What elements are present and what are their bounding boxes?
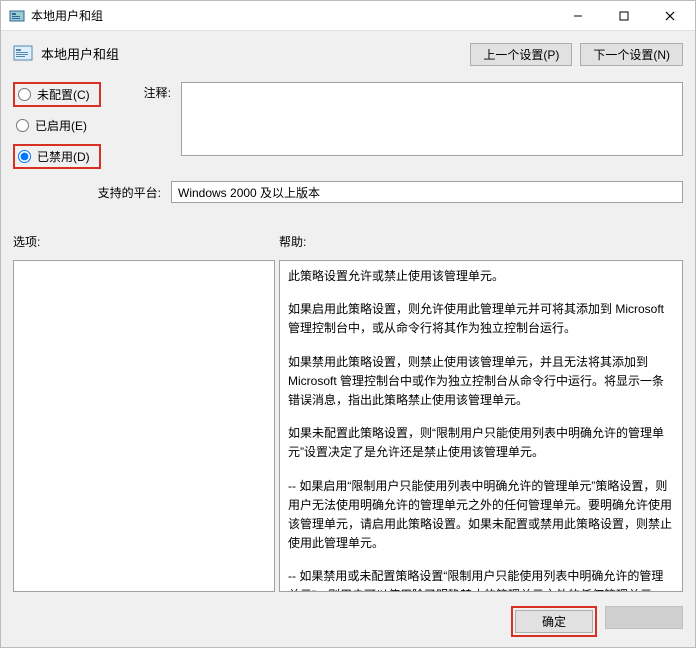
titlebar: 本地用户和组 [1,1,695,31]
supported-platform-label: 支持的平台: [13,184,161,201]
help-paragraph: 此策略设置允许或禁止使用该管理单元。 [288,267,674,286]
help-paragraph: 如果未配置此策略设置，则“限制用户只能使用列表中明确允许的管理单元”设置决定了是… [288,424,674,462]
help-paragraph: 如果禁用此策略设置，则禁止使用该管理单元，并且无法将其添加到 Microsoft… [288,353,674,411]
options-label: 选项: [13,233,279,250]
policy-icon [13,43,33,63]
radio-not-configured-input[interactable] [18,88,31,101]
help-paragraph: -- 如果启用“限制用户只能使用列表中明确允许的管理单元”策略设置，则用户无法使… [288,477,674,554]
comment-label: 注释: [111,82,171,101]
help-paragraph: -- 如果禁用或未配置策略设置“限制用户只能使用列表中明确允许的管理单元”，则用… [288,567,674,592]
comment-textarea[interactable] [181,82,683,156]
radio-disabled[interactable]: 已禁用(D) [13,144,101,169]
next-setting-button[interactable]: 下一个设置(N) [580,43,683,66]
apply-button[interactable] [605,606,683,629]
dialog-footer: 确定 [1,600,695,647]
window-title: 本地用户和组 [31,7,555,24]
minimize-button[interactable] [555,1,601,31]
maximize-button[interactable] [601,1,647,31]
options-panel [13,260,275,592]
ok-button[interactable]: 确定 [515,610,593,633]
help-label: 帮助: [279,233,306,250]
supported-platform-value: Windows 2000 及以上版本 [171,181,683,203]
radio-not-configured[interactable]: 未配置(C) [13,82,101,107]
radio-enabled-input[interactable] [16,119,29,132]
policy-title: 本地用户和组 [41,44,119,63]
close-button[interactable] [647,1,693,31]
radio-not-configured-label: 未配置(C) [37,86,90,103]
previous-setting-button[interactable]: 上一个设置(P) [470,43,572,66]
help-panel[interactable]: 此策略设置允许或禁止使用该管理单元。 如果启用此策略设置，则允许使用此管理单元并… [279,260,683,592]
radio-disabled-input[interactable] [18,150,31,163]
dialog-window: 本地用户和组 本地用户和组 上一个设置(P) 下一个设置(N) [0,0,696,648]
radio-enabled-label: 已启用(E) [35,117,87,134]
app-icon [9,8,25,24]
help-paragraph: 如果启用此策略设置，则允许使用此管理单元并可将其添加到 Microsoft 管理… [288,300,674,338]
radio-enabled[interactable]: 已启用(E) [13,115,101,136]
radio-disabled-label: 已禁用(D) [37,148,90,165]
